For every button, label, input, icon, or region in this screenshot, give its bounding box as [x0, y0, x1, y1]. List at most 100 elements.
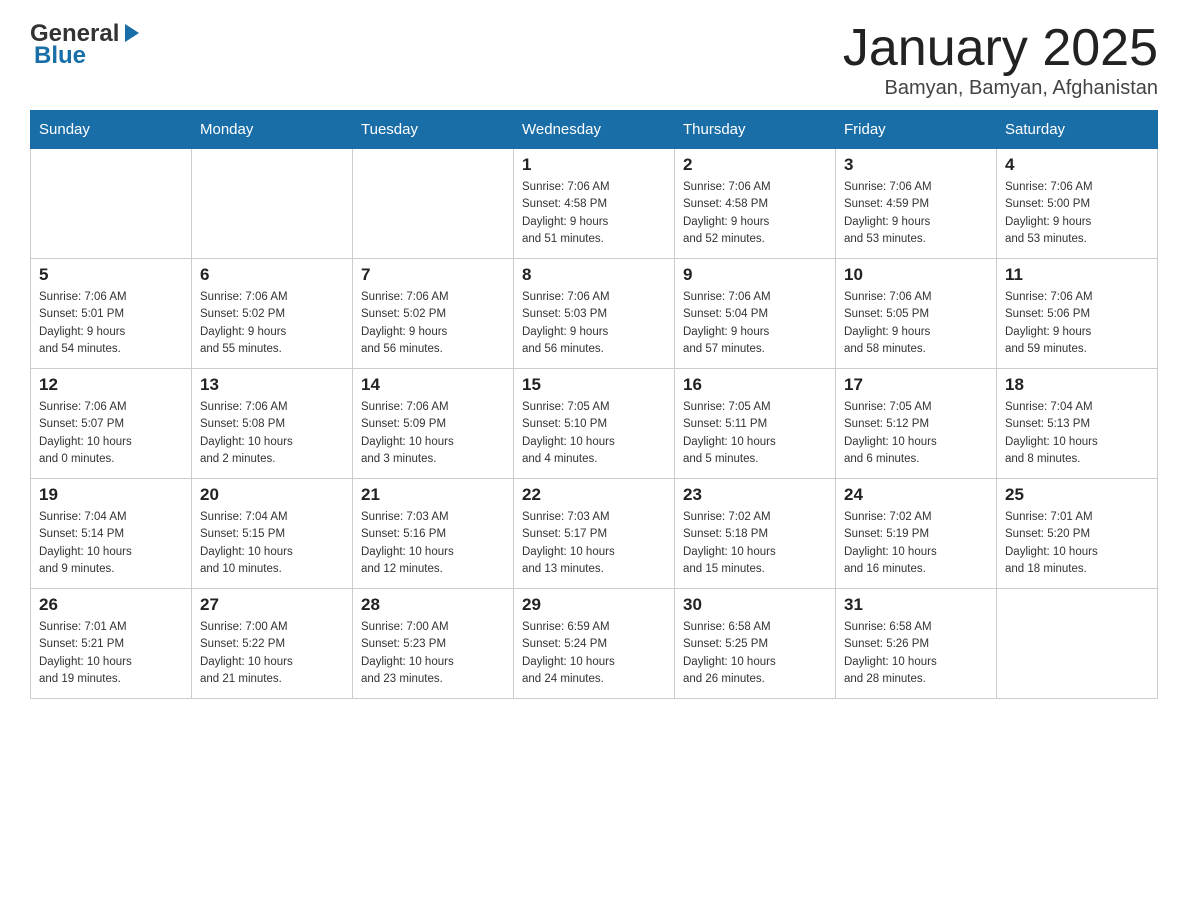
- table-row: 8 Sunrise: 7:06 AM Sunset: 5:03 PM Daylig…: [514, 259, 675, 369]
- day-info: Sunrise: 7:06 AM Sunset: 4:59 PM Dayligh…: [844, 179, 988, 248]
- table-row: 24 Sunrise: 7:02 AM Sunset: 5:19 PM Dayli…: [836, 479, 997, 589]
- col-friday: Friday: [836, 111, 997, 149]
- table-row: 29 Sunrise: 6:59 AM Sunset: 5:24 PM Dayli…: [514, 589, 675, 699]
- table-row: 31Sunrise: 6:58 AM Sunset: 5:26 PM Dayli…: [836, 589, 997, 699]
- header-row: Sunday Monday Tuesday Wednesday Thursday…: [31, 111, 1158, 149]
- day-number: 12: [39, 375, 183, 395]
- day-number: 19: [39, 485, 183, 505]
- day-number: 23: [683, 485, 827, 505]
- day-info: Sunrise: 7:06 AM Sunset: 4:58 PM Dayligh…: [522, 179, 666, 248]
- col-thursday: Thursday: [675, 111, 836, 149]
- day-number: 18: [1005, 375, 1149, 395]
- day-number: 15: [522, 375, 666, 395]
- calendar-week-row: 1 Sunrise: 7:06 AM Sunset: 4:58 PM Daylig…: [31, 149, 1158, 259]
- day-info: Sunrise: 7:01 AM Sunset: 5:20 PM Dayligh…: [1005, 509, 1149, 578]
- day-info: Sunrise: 7:02 AM Sunset: 5:19 PM Dayligh…: [844, 509, 988, 578]
- table-row: 10Sunrise: 7:06 AM Sunset: 5:05 PM Dayli…: [836, 259, 997, 369]
- col-monday: Monday: [192, 111, 353, 149]
- day-info: Sunrise: 7:06 AM Sunset: 5:02 PM Dayligh…: [200, 289, 344, 358]
- month-title: January 2025: [843, 20, 1158, 77]
- table-row: 23Sunrise: 7:02 AM Sunset: 5:18 PM Dayli…: [675, 479, 836, 589]
- table-row: 16Sunrise: 7:05 AM Sunset: 5:11 PM Dayli…: [675, 369, 836, 479]
- day-number: 30: [683, 595, 827, 615]
- table-row: 17 Sunrise: 7:05 AM Sunset: 5:12 PM Dayli…: [836, 369, 997, 479]
- calendar-week-row: 5 Sunrise: 7:06 AM Sunset: 5:01 PM Daylig…: [31, 259, 1158, 369]
- calendar-table: Sunday Monday Tuesday Wednesday Thursday…: [30, 110, 1158, 699]
- table-row: 13 Sunrise: 7:06 AM Sunset: 5:08 PM Dayli…: [192, 369, 353, 479]
- day-info: Sunrise: 7:06 AM Sunset: 5:04 PM Dayligh…: [683, 289, 827, 358]
- day-number: 24: [844, 485, 988, 505]
- day-info: Sunrise: 7:06 AM Sunset: 5:05 PM Dayligh…: [844, 289, 988, 358]
- day-number: 26: [39, 595, 183, 615]
- day-info: Sunrise: 7:06 AM Sunset: 5:08 PM Dayligh…: [200, 399, 344, 468]
- table-row: [353, 149, 514, 259]
- table-row: 3 Sunrise: 7:06 AM Sunset: 4:59 PM Daylig…: [836, 149, 997, 259]
- day-info: Sunrise: 6:59 AM Sunset: 5:24 PM Dayligh…: [522, 619, 666, 688]
- day-number: 8: [522, 265, 666, 285]
- logo-blue: Blue: [34, 42, 86, 70]
- table-row: 5 Sunrise: 7:06 AM Sunset: 5:01 PM Daylig…: [31, 259, 192, 369]
- day-number: 17: [844, 375, 988, 395]
- day-info: Sunrise: 7:06 AM Sunset: 5:06 PM Dayligh…: [1005, 289, 1149, 358]
- calendar-week-row: 12Sunrise: 7:06 AM Sunset: 5:07 PM Dayli…: [31, 369, 1158, 479]
- day-number: 2: [683, 155, 827, 175]
- logo-arrow-icon: [121, 22, 143, 44]
- day-info: Sunrise: 6:58 AM Sunset: 5:25 PM Dayligh…: [683, 619, 827, 688]
- calendar-week-row: 26 Sunrise: 7:01 AM Sunset: 5:21 PM Dayli…: [31, 589, 1158, 699]
- day-info: Sunrise: 7:06 AM Sunset: 5:00 PM Dayligh…: [1005, 179, 1149, 248]
- col-saturday: Saturday: [997, 111, 1158, 149]
- day-info: Sunrise: 7:04 AM Sunset: 5:14 PM Dayligh…: [39, 509, 183, 578]
- day-info: Sunrise: 7:00 AM Sunset: 5:22 PM Dayligh…: [200, 619, 344, 688]
- day-number: 13: [200, 375, 344, 395]
- table-row: 2 Sunrise: 7:06 AM Sunset: 4:58 PM Daylig…: [675, 149, 836, 259]
- table-row: 30 Sunrise: 6:58 AM Sunset: 5:25 PM Dayli…: [675, 589, 836, 699]
- table-row: [192, 149, 353, 259]
- day-number: 21: [361, 485, 505, 505]
- table-row: 18 Sunrise: 7:04 AM Sunset: 5:13 PM Dayli…: [997, 369, 1158, 479]
- day-number: 29: [522, 595, 666, 615]
- day-info: Sunrise: 7:06 AM Sunset: 5:02 PM Dayligh…: [361, 289, 505, 358]
- table-row: 12Sunrise: 7:06 AM Sunset: 5:07 PM Dayli…: [31, 369, 192, 479]
- table-row: 14 Sunrise: 7:06 AM Sunset: 5:09 PM Dayli…: [353, 369, 514, 479]
- table-row: 15Sunrise: 7:05 AM Sunset: 5:10 PM Dayli…: [514, 369, 675, 479]
- day-info: Sunrise: 7:05 AM Sunset: 5:11 PM Dayligh…: [683, 399, 827, 468]
- day-number: 6: [200, 265, 344, 285]
- day-info: Sunrise: 7:05 AM Sunset: 5:12 PM Dayligh…: [844, 399, 988, 468]
- day-number: 7: [361, 265, 505, 285]
- table-row: 7 Sunrise: 7:06 AM Sunset: 5:02 PM Daylig…: [353, 259, 514, 369]
- day-info: Sunrise: 7:04 AM Sunset: 5:15 PM Dayligh…: [200, 509, 344, 578]
- day-info: Sunrise: 7:03 AM Sunset: 5:17 PM Dayligh…: [522, 509, 666, 578]
- table-row: [997, 589, 1158, 699]
- day-info: Sunrise: 7:06 AM Sunset: 5:03 PM Dayligh…: [522, 289, 666, 358]
- table-row: [31, 149, 192, 259]
- col-sunday: Sunday: [31, 111, 192, 149]
- day-number: 31: [844, 595, 988, 615]
- day-number: 14: [361, 375, 505, 395]
- col-wednesday: Wednesday: [514, 111, 675, 149]
- location-subtitle: Bamyan, Bamyan, Afghanistan: [843, 77, 1158, 100]
- day-info: Sunrise: 7:04 AM Sunset: 5:13 PM Dayligh…: [1005, 399, 1149, 468]
- day-number: 9: [683, 265, 827, 285]
- table-row: 22 Sunrise: 7:03 AM Sunset: 5:17 PM Dayli…: [514, 479, 675, 589]
- day-info: Sunrise: 7:06 AM Sunset: 5:09 PM Dayligh…: [361, 399, 505, 468]
- day-info: Sunrise: 7:01 AM Sunset: 5:21 PM Dayligh…: [39, 619, 183, 688]
- day-number: 22: [522, 485, 666, 505]
- title-area: January 2025 Bamyan, Bamyan, Afghanistan: [843, 20, 1158, 100]
- table-row: 4Sunrise: 7:06 AM Sunset: 5:00 PM Daylig…: [997, 149, 1158, 259]
- day-info: Sunrise: 7:00 AM Sunset: 5:23 PM Dayligh…: [361, 619, 505, 688]
- day-info: Sunrise: 7:03 AM Sunset: 5:16 PM Dayligh…: [361, 509, 505, 578]
- table-row: 9 Sunrise: 7:06 AM Sunset: 5:04 PM Daylig…: [675, 259, 836, 369]
- day-number: 3: [844, 155, 988, 175]
- day-number: 20: [200, 485, 344, 505]
- day-info: Sunrise: 7:06 AM Sunset: 5:01 PM Dayligh…: [39, 289, 183, 358]
- day-number: 5: [39, 265, 183, 285]
- table-row: 25 Sunrise: 7:01 AM Sunset: 5:20 PM Dayli…: [997, 479, 1158, 589]
- table-row: 26 Sunrise: 7:01 AM Sunset: 5:21 PM Dayli…: [31, 589, 192, 699]
- day-info: Sunrise: 7:06 AM Sunset: 4:58 PM Dayligh…: [683, 179, 827, 248]
- day-number: 25: [1005, 485, 1149, 505]
- day-number: 28: [361, 595, 505, 615]
- table-row: 1 Sunrise: 7:06 AM Sunset: 4:58 PM Daylig…: [514, 149, 675, 259]
- table-row: 11Sunrise: 7:06 AM Sunset: 5:06 PM Dayli…: [997, 259, 1158, 369]
- day-number: 1: [522, 155, 666, 175]
- table-row: 28 Sunrise: 7:00 AM Sunset: 5:23 PM Dayli…: [353, 589, 514, 699]
